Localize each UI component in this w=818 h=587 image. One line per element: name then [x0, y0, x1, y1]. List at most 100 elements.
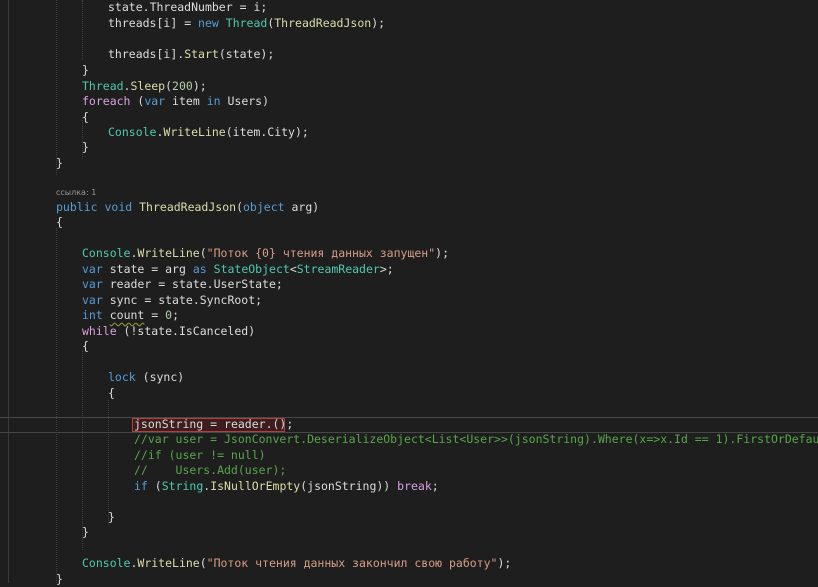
code-line[interactable]: int count = 0; [82, 308, 179, 323]
code-token: .UserState; [206, 277, 283, 291]
code-line[interactable]: lock (sync) [108, 370, 184, 385]
code-token: } [108, 510, 115, 524]
code-token: Console [82, 556, 131, 570]
code-line[interactable]: Console.WriteLine(item.City); [108, 125, 309, 140]
code-token: } [82, 525, 89, 539]
code-token: Console [108, 125, 157, 139]
code-line[interactable]: } [82, 63, 89, 78]
code-token: ThreadReadJson [274, 16, 372, 30]
code-token: Start [184, 47, 219, 61]
code-line[interactable]: if (String.IsNullOrEmpty(jsonString)) br… [134, 479, 439, 494]
codelens-references[interactable]: ссылка: 1 [56, 188, 96, 197]
code-line[interactable]: } [56, 156, 63, 171]
code-token: WriteLine [137, 556, 200, 570]
code-token: var [82, 277, 103, 291]
code-token: = [137, 293, 159, 307]
code-token: ( [165, 79, 173, 93]
code-token: StateObject [213, 262, 290, 276]
code-token: reader [109, 277, 152, 291]
code-token: state [225, 47, 261, 61]
code-token: object [243, 200, 285, 214]
code-token: sync [149, 370, 178, 384]
code-token: StreamReader [296, 262, 380, 276]
code-line[interactable]: Console.WriteLine("Поток чтения данных з… [82, 556, 511, 571]
code-line[interactable]: } [82, 140, 89, 155]
code-line[interactable]: state.ThreadNumber = i; [108, 0, 267, 15]
code-token: WriteLine [163, 125, 226, 139]
code-token: threads [108, 47, 157, 61]
code-token: arg [291, 200, 313, 214]
code-line[interactable]: threads[i].Start(state); [108, 47, 274, 62]
code-token: ); [497, 556, 512, 570]
code-token: . [142, 0, 150, 14]
code-line[interactable]: Thread.Sleep(200); [82, 79, 207, 94]
code-token: ); [371, 16, 386, 30]
code-token: IsNullOrEmpty [210, 479, 301, 493]
code-token: Console [82, 246, 131, 260]
code-token: } [82, 63, 89, 77]
code-token: while [82, 324, 117, 338]
code-token: .SyncRoot; [192, 293, 263, 307]
code-token: < [289, 262, 297, 276]
code-token: .(); [265, 417, 294, 431]
code-token: { [56, 215, 63, 229]
code-line[interactable]: while (!state.IsCanceled) [82, 324, 255, 339]
code-token: String [161, 479, 204, 493]
code-token: // Users.Add(user); [134, 463, 287, 477]
code-token: } [82, 140, 89, 154]
code-line[interactable]: { [82, 110, 89, 125]
code-line[interactable]: var sync = state.SyncRoot; [82, 293, 262, 308]
code-token: var [144, 94, 166, 108]
code-token: ( [130, 94, 145, 108]
code-token: = [144, 262, 166, 276]
code-editor[interactable]: ссылка: 1 state.ThreadNumber = i; threads… [0, 0, 818, 586]
code-token: Thread [82, 79, 124, 93]
code-line[interactable]: Console.WriteLine("Поток {0} чтения данн… [82, 246, 449, 261]
code-line[interactable]: public void ThreadReadJson(object arg) [56, 200, 319, 215]
code-token: "Поток чтения данных закончил свою работ… [206, 556, 498, 570]
code-line[interactable]: { [108, 386, 115, 401]
code-token: foreach [82, 94, 131, 108]
code-token: { [82, 339, 89, 353]
code-token: threads [108, 16, 157, 30]
code-line[interactable]: } [108, 510, 115, 525]
code-line[interactable]: var reader = state.UserState; [82, 277, 283, 292]
code-line[interactable]: foreach (var item in Users) [82, 94, 269, 109]
code-line[interactable]: var state = arg as StateObject<StreamRea… [82, 262, 394, 277]
code-line[interactable]: //var user = JsonConvert.DeserializeObje… [134, 432, 818, 447]
code-token: item [172, 94, 200, 108]
code-line[interactable]: } [82, 525, 89, 540]
code-token: .City); [260, 125, 309, 139]
code-token: ; [172, 308, 179, 322]
code-line[interactable]: { [82, 339, 89, 354]
code-line[interactable]: { [56, 215, 63, 230]
code-line[interactable]: //if (user != null) [134, 448, 266, 463]
code-token: ( [135, 370, 150, 384]
code-token: jsonString [134, 417, 204, 431]
code-line[interactable]: threads[i] = new Thread(ThreadReadJson); [108, 16, 385, 31]
code-token: ) [312, 200, 320, 214]
code-token: state [108, 0, 143, 14]
code-token: } [56, 156, 63, 170]
code-token: (! [116, 324, 138, 338]
code-token: //var user = JsonConvert.DeserializeObje… [134, 432, 818, 446]
code-token: WriteLine [137, 246, 200, 260]
indent-guide [56, 228, 57, 583]
code-line[interactable]: jsonString = reader.(); [134, 417, 293, 432]
code-line[interactable]: } [56, 572, 63, 587]
indent-guide [82, 350, 83, 550]
code-token: .IsCanceled) [172, 324, 256, 338]
code-token: ) [177, 370, 185, 384]
code-token: Sleep [130, 79, 166, 93]
code-token: (jsonString)) [300, 479, 398, 493]
code-token: = [203, 417, 225, 431]
code-token: var [82, 262, 103, 276]
code-token: Users) [220, 94, 270, 108]
indent-guide [108, 400, 109, 525]
code-line[interactable]: // Users.Add(user); [134, 463, 286, 478]
